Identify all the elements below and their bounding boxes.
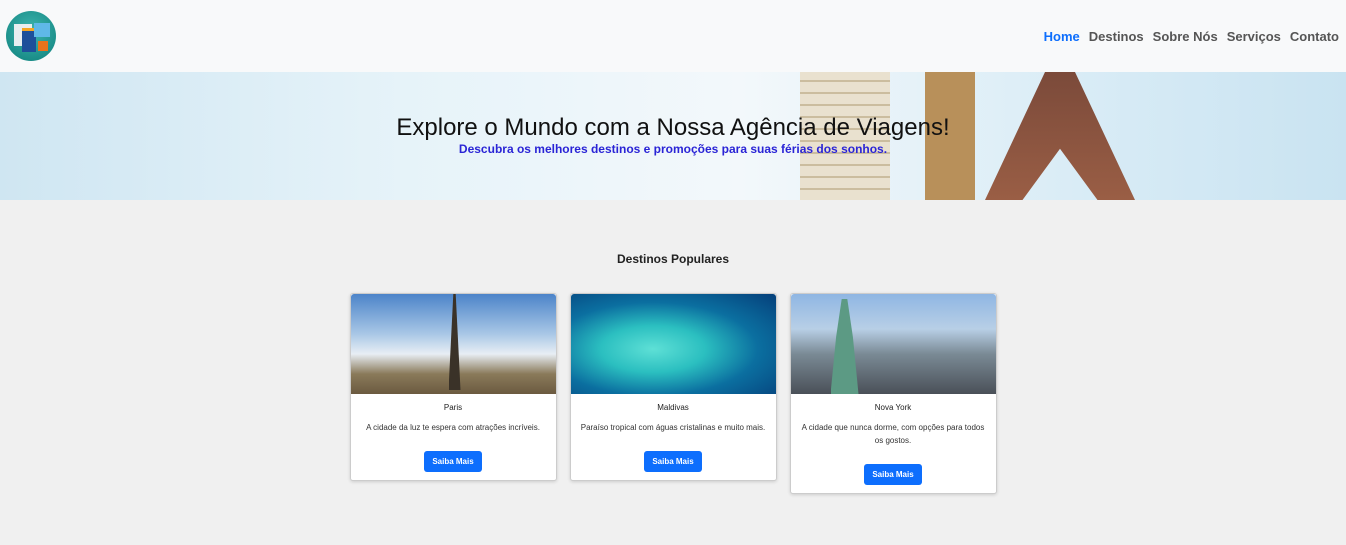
card-description: Paraíso tropical com águas cristalinas e… bbox=[580, 423, 766, 432]
section-title: Destinos Populares bbox=[616, 252, 730, 266]
card-title: Paris bbox=[443, 403, 463, 412]
nav-servicos[interactable]: Serviços bbox=[1227, 29, 1281, 44]
saiba-mais-button[interactable]: Saiba Mais bbox=[424, 451, 482, 472]
destinations-section: Destinos Populares Paris A cidade da luz… bbox=[0, 252, 1346, 494]
nav-destinos[interactable]: Destinos bbox=[1089, 29, 1144, 44]
card-title: Maldivas bbox=[657, 403, 689, 412]
saiba-mais-button[interactable]: Saiba Mais bbox=[864, 464, 922, 485]
card-description: A cidade que nunca dorme, com opções par… bbox=[801, 423, 985, 445]
nav-sobre-nos[interactable]: Sobre Nós bbox=[1153, 29, 1218, 44]
hero-subtitle: Descubra os melhores destinos e promoçõe… bbox=[458, 142, 888, 156]
logo[interactable] bbox=[6, 11, 56, 61]
destination-card: Maldivas Paraíso tropical com águas cris… bbox=[569, 293, 777, 481]
hero-banner: Explore o Mundo com a Nossa Agência de V… bbox=[0, 72, 1346, 200]
maldives-image bbox=[570, 294, 776, 394]
card-title: Nova York bbox=[874, 403, 912, 412]
navbar: Home Destinos Sobre Nós Serviços Contato bbox=[0, 0, 1346, 72]
new-york-image bbox=[790, 294, 996, 394]
destination-card: Paris A cidade da luz te espera com atra… bbox=[349, 293, 557, 481]
card-description: A cidade da luz te espera com atrações i… bbox=[366, 423, 540, 432]
saiba-mais-button[interactable]: Saiba Mais bbox=[644, 451, 702, 472]
nav-contato[interactable]: Contato bbox=[1290, 29, 1339, 44]
main-nav: Home Destinos Sobre Nós Serviços Contato bbox=[1044, 29, 1340, 44]
nav-home[interactable]: Home bbox=[1044, 29, 1080, 44]
paris-image bbox=[350, 294, 556, 394]
hero-title: Explore o Mundo com a Nossa Agência de V… bbox=[396, 114, 950, 141]
destination-card: Nova York A cidade que nunca dorme, com … bbox=[789, 293, 997, 494]
